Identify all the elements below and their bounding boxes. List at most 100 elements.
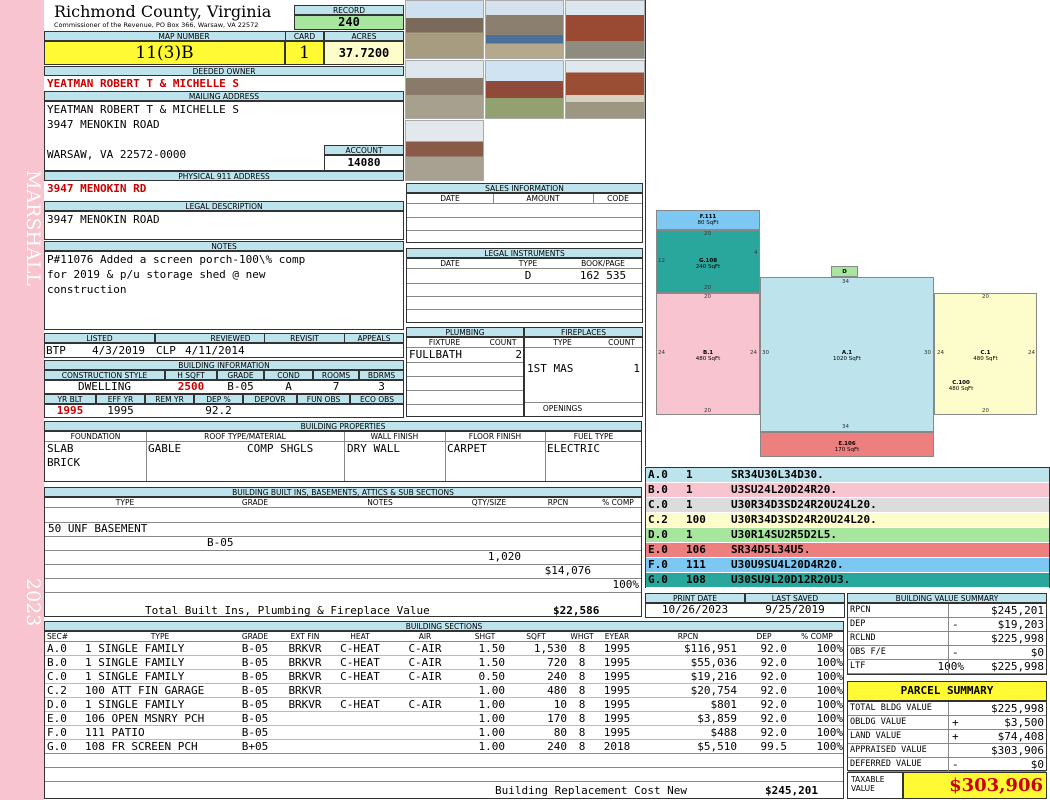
section-whgt: 8 (578, 726, 586, 739)
sketch-section-g[interactable]: G.108 240 SqFt (656, 230, 760, 293)
section-heat: C-HEAT (340, 670, 380, 683)
foundation-1: SLAB (47, 442, 74, 455)
ps-value: $0 (1030, 758, 1044, 771)
bi-rpcn: $14,076 (544, 564, 591, 577)
sketch-code-row[interactable]: D.0 1 U30R14SU2R5D2L5. (646, 528, 1049, 543)
sketch-section-f[interactable]: F.111 80 SqFt (656, 210, 760, 230)
section-comp: 100% (816, 656, 844, 669)
section-ext: BRKVR (288, 656, 322, 669)
sketch-code-path: U30R14SU2R5D2L5. (731, 528, 837, 541)
notes-label: NOTES (44, 241, 404, 251)
legal-description-box: 3947 MENOKIN ROAD (44, 211, 404, 240)
print-date-label: PRINT DATE (645, 593, 745, 603)
district-name: MARSHALL (22, 170, 44, 287)
grade-label: GRADE (217, 370, 264, 380)
reviewed-date: 4/11/2014 (185, 344, 245, 357)
parcel-summary-row: TOTAL BLDG VALUE $225,998 (848, 702, 1046, 716)
sketch-code-sec: G.0 (648, 573, 668, 586)
section-eyear: 1995 (603, 698, 631, 711)
sketch-section-d[interactable]: D (831, 266, 858, 277)
section-type: 111 PATIO (85, 726, 145, 739)
tax-year: 2023 (22, 578, 44, 627)
section-air: C-AIR (408, 642, 442, 655)
builtin-row: 50 UNF BASEMENT B-05 1,020 $14,076 100% (45, 508, 643, 591)
vs-value: $245,201 (991, 604, 1044, 617)
cond-label: COND (264, 370, 313, 380)
section-grade: B-05 (241, 656, 269, 669)
sketch-section-b[interactable]: B.1 480 SqFt (656, 293, 760, 415)
listed-label: LISTED (44, 333, 155, 343)
vs-label: RCLND (850, 633, 876, 643)
effyr-label: EFF YR (96, 394, 145, 404)
sketch-d-label: D (842, 269, 847, 275)
li-type: D (524, 269, 532, 282)
remyr-label: REM YR (145, 394, 194, 404)
dim: 20 (704, 294, 711, 300)
section-whgt: 8 (578, 684, 586, 697)
sketch-code-row[interactable]: G.0 108 U30SU9L20D12R20U3. (646, 573, 1049, 588)
legal-description: 3947 MENOKIN ROAD (47, 213, 160, 226)
sec-col-air: AIR (418, 632, 432, 641)
building-info-title: BUILDING INFORMATION (44, 360, 404, 370)
sketch-code-path: U30U9SU4L20D4R20. (731, 558, 844, 571)
property-photo[interactable] (485, 60, 564, 119)
section-eyear: 2018 (603, 740, 631, 753)
ps-label: LAND VALUE (850, 731, 902, 741)
builtins-total-label: Total Built Ins, Plumbing & Fireplace Va… (145, 604, 430, 617)
value-summary-row: DEP - $19,203 (848, 618, 1046, 632)
section-row: E.0 106 OPEN MSNRY PCH B-05 1.00 170 8 1995 $3,… (45, 712, 843, 726)
sketch-section-e[interactable]: E.106 170 SqFt (760, 432, 934, 457)
dim: 24 (1028, 350, 1035, 356)
sketch-code-sec: E.0 (648, 543, 668, 556)
sketch-code-row[interactable]: B.0 1 U3SU24L20D24R20. (646, 483, 1049, 498)
property-photo[interactable] (405, 0, 484, 59)
sketch-code-sec: F.0 (648, 558, 668, 571)
property-photo[interactable] (405, 120, 484, 181)
notes-box: P#11076 Added a screen porch-100\% comp … (44, 251, 404, 330)
dim: 34 (842, 424, 849, 430)
section-whgt: 8 (578, 656, 586, 669)
builtins-total: $22,586 (553, 604, 600, 617)
sketch-section-a[interactable]: A.1 1020 SqFt (760, 277, 934, 432)
divider (407, 296, 642, 297)
dim: 20 (982, 294, 989, 300)
section-eyear: 1995 (603, 684, 631, 697)
year-built: 1995 (56, 404, 84, 417)
section-eyear: 1995 (603, 726, 631, 739)
sketch-code-row[interactable]: C.2 100 U30R34D3SD24R20U24L20. (646, 513, 1049, 528)
dim: 20 (704, 408, 711, 414)
sketch-e-area: 170 SqFt (834, 447, 860, 453)
sec-col-eyear: EYEAR (604, 632, 630, 641)
sketch-code-row[interactable]: E.0 106 SR34D5L34U5. (646, 543, 1049, 558)
section-row: G.0 108 FR SCREEN PCH B+05 1.00 240 8 2018 $5,5… (45, 740, 843, 754)
plumbing-fixture: FULLBATH (409, 348, 462, 361)
sketch-code-code: 1 (686, 528, 693, 541)
dep-label: DEP % (194, 394, 243, 404)
sketch-code-sec: B.0 (648, 483, 668, 496)
builtins-table: TYPE GRADE NOTES QTY/SIZE RPCN % COMP 50… (44, 497, 642, 617)
rooms-value: 7 (332, 380, 340, 393)
fireplaces-table: TYPE COUNT 1ST MAS 1 OPENINGS (524, 337, 643, 417)
section-sqft: 240 (547, 740, 567, 753)
section-rpcn: $5,510 (697, 740, 737, 753)
sketch-code-row[interactable]: A.0 1 SR34U30L34D30. (646, 468, 1049, 483)
hsqft-value: 2500 (177, 380, 205, 393)
section-grade: B-05 (241, 712, 269, 725)
property-photo[interactable] (565, 60, 645, 119)
section-shgt: 1.50 (478, 642, 506, 655)
sec-col-heat: HEAT (350, 632, 370, 641)
section-shgt: 0.50 (478, 670, 506, 683)
sketch-code-path: SR34D5L34U5. (731, 543, 811, 556)
sketch-code-row[interactable]: C.0 1 U30R34D3SD24R20U24L20. (646, 498, 1049, 513)
property-photo[interactable] (565, 0, 645, 59)
sketch-a-area: 1020 SqFt (832, 356, 862, 362)
section-ext: BRKVR (288, 684, 322, 697)
property-photo[interactable] (405, 60, 484, 119)
sketch-code-code: 100 (686, 513, 706, 526)
section-rpcn: $20,754 (690, 684, 737, 697)
sketch-code-path: U30R34D3SD24R20U24L20. (731, 498, 877, 511)
value-summary-row: OBS F/E - $0 (848, 646, 1046, 660)
section-eyear: 1995 (603, 656, 631, 669)
sketch-code-row[interactable]: F.0 111 U30U9SU4L20D4R20. (646, 558, 1049, 573)
property-photo[interactable] (485, 0, 564, 59)
